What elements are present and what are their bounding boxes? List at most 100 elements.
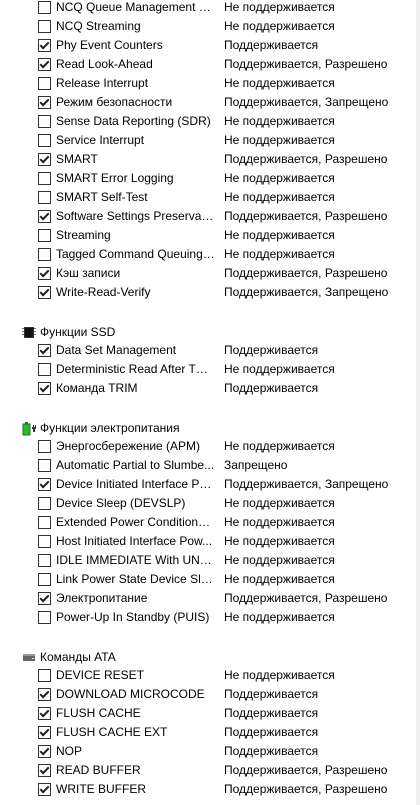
feature-row[interactable]: Service Interrupt Не поддерживается <box>0 131 420 150</box>
checkbox-checked[interactable] <box>38 592 51 605</box>
checkbox-checked[interactable] <box>38 153 51 166</box>
feature-row[interactable]: FLUSH CACHE EXT Поддерживается <box>0 723 420 742</box>
feature-status: Не поддерживается <box>224 515 335 529</box>
checkbox-checked[interactable] <box>38 478 51 491</box>
feature-row[interactable]: Software Settings Preservati... Поддержив… <box>0 207 420 226</box>
feature-status: Поддерживается <box>224 744 319 758</box>
feature-status: Поддерживается, Разрешено <box>224 152 388 166</box>
checkbox-unchecked[interactable] <box>38 497 51 510</box>
feature-row[interactable]: SMART Error Logging Не поддерживается <box>0 169 420 188</box>
feature-row[interactable]: Sense Data Reporting (SDR) Не поддерживае… <box>0 112 420 131</box>
feature-status: Не поддерживается <box>224 439 335 453</box>
feature-row[interactable]: FLUSH CACHE Поддерживается <box>0 704 420 723</box>
checkbox-unchecked[interactable] <box>38 248 51 261</box>
checkbox-unchecked[interactable] <box>38 554 51 567</box>
feature-row[interactable]: Device Initiated Interface Po... Поддержи… <box>0 475 420 494</box>
checkbox-checked[interactable] <box>38 382 51 395</box>
feature-row[interactable]: Streaming Не поддерживается <box>0 226 420 245</box>
checkbox-checked[interactable] <box>38 688 51 701</box>
checkbox-checked[interactable] <box>38 267 51 280</box>
checkbox-checked[interactable] <box>38 286 51 299</box>
battery-plug-icon <box>22 422 36 436</box>
checkbox-unchecked[interactable] <box>38 363 51 376</box>
feature-status: Поддерживается, Разрешено <box>224 591 388 605</box>
checkbox-unchecked[interactable] <box>38 20 51 33</box>
feature-row[interactable]: Automatic Partial to Slumbe... Запрещено <box>0 456 420 475</box>
section-title: Команды ATA <box>40 650 116 664</box>
feature-row[interactable]: Режим безопасности Поддерживается, Запрещ… <box>0 93 420 112</box>
feature-status: Не поддерживается <box>224 19 335 33</box>
feature-name: Service Interrupt <box>56 133 145 147</box>
feature-row[interactable]: Host Initiated Interface Pow... Не поддер… <box>0 532 420 551</box>
checkbox-unchecked[interactable] <box>38 573 51 586</box>
checkbox-unchecked[interactable] <box>38 516 51 529</box>
feature-row[interactable]: Extended Power Conditions ... Не поддержи… <box>0 513 420 532</box>
feature-name: Software Settings Preservati... <box>56 209 216 223</box>
feature-row[interactable]: NCQ Queue Management C... Не поддерживает… <box>0 0 420 17</box>
feature-status: Поддерживается, Разрешено <box>224 57 388 71</box>
feature-row[interactable]: Release Interrupt Не поддерживается <box>0 74 420 93</box>
feature-name: Power-Up In Standby (PUIS) <box>56 610 210 624</box>
checkbox-unchecked[interactable] <box>38 459 51 472</box>
feature-status: Не поддерживается <box>224 228 335 242</box>
feature-status: Запрещено <box>224 458 288 472</box>
feature-row[interactable]: Read Look-Ahead Поддерживается, Разрешено <box>0 55 420 74</box>
feature-row[interactable]: Кэш записи Поддерживается, Разрешено <box>0 264 420 283</box>
feature-row[interactable]: DEVICE RESET Не поддерживается <box>0 666 420 685</box>
checkbox-checked[interactable] <box>38 783 51 796</box>
feature-row[interactable]: NCQ Streaming Не поддерживается <box>0 17 420 36</box>
checkbox-checked[interactable] <box>38 344 51 357</box>
feature-row[interactable]: Электропитание Поддерживается, Разрешено <box>0 589 420 608</box>
checkbox-unchecked[interactable] <box>38 1 51 14</box>
feature-row[interactable]: Write-Read-Verify Поддерживается, Запреще… <box>0 283 420 302</box>
checkbox-unchecked[interactable] <box>38 611 51 624</box>
checkbox-unchecked[interactable] <box>38 115 51 128</box>
feature-name: DOWNLOAD MICROCODE <box>56 687 205 701</box>
feature-status: Не поддерживается <box>224 133 335 147</box>
checkbox-unchecked[interactable] <box>38 134 51 147</box>
feature-row[interactable]: Deterministic Read After TRIM Не поддержи… <box>0 360 420 379</box>
feature-row[interactable]: DOWNLOAD MICROCODE Поддерживается <box>0 685 420 704</box>
feature-row[interactable]: NOP Поддерживается <box>0 742 420 761</box>
feature-name: Data Set Management <box>56 343 177 357</box>
feature-row[interactable]: Power-Up In Standby (PUIS) Не поддерживае… <box>0 608 420 627</box>
feature-row[interactable]: Device Sleep (DEVSLP) Не поддерживается <box>0 494 420 513</box>
feature-status: Поддерживается, Запрещено <box>224 285 389 299</box>
feature-status: Не поддерживается <box>224 534 335 548</box>
feature-name: SMART <box>56 152 98 166</box>
checkbox-checked[interactable] <box>38 726 51 739</box>
checkbox-unchecked[interactable] <box>38 191 51 204</box>
checkbox-checked[interactable] <box>38 210 51 223</box>
feature-row[interactable]: READ BUFFER Поддерживается, Разрешено <box>0 761 420 780</box>
checkbox-unchecked[interactable] <box>38 77 51 90</box>
checkbox-unchecked[interactable] <box>38 172 51 185</box>
feature-status: Не поддерживается <box>224 114 335 128</box>
checkbox-unchecked[interactable] <box>38 229 51 242</box>
feature-status: Поддерживается <box>224 381 319 395</box>
feature-row[interactable]: Phy Event Counters Поддерживается <box>0 36 420 55</box>
checkbox-checked[interactable] <box>38 764 51 777</box>
checkbox-checked[interactable] <box>38 707 51 720</box>
feature-row[interactable]: Link Power State Device Sleep Не поддержи… <box>0 570 420 589</box>
feature-name: Release Interrupt <box>56 76 149 90</box>
checkbox-checked[interactable] <box>38 58 51 71</box>
feature-name: Tagged Command Queuing ... <box>56 247 216 261</box>
checkbox-unchecked[interactable] <box>38 669 51 682</box>
section-header: Функции SSD <box>0 323 420 342</box>
checkbox-checked[interactable] <box>38 96 51 109</box>
scrollbar[interactable] <box>416 0 420 805</box>
feature-row[interactable]: WRITE BUFFER Поддерживается, Разрешено <box>0 780 420 799</box>
feature-row[interactable]: Tagged Command Queuing ... Не поддерживае… <box>0 245 420 264</box>
checkbox-checked[interactable] <box>38 39 51 52</box>
feature-row[interactable]: Энергосбережение (APM) Не поддерживается <box>0 437 420 456</box>
checkbox-unchecked[interactable] <box>38 535 51 548</box>
feature-name: Энергосбережение (APM) <box>56 439 201 453</box>
feature-name: Phy Event Counters <box>56 38 163 52</box>
feature-row[interactable]: SMART Поддерживается, Разрешено <box>0 150 420 169</box>
checkbox-checked[interactable] <box>38 745 51 758</box>
feature-row[interactable]: Data Set Management Поддерживается <box>0 341 420 360</box>
feature-row[interactable]: SMART Self-Test Не поддерживается <box>0 188 420 207</box>
feature-row[interactable]: IDLE IMMEDIATE With UNLO... Не поддержива… <box>0 551 420 570</box>
checkbox-unchecked[interactable] <box>38 440 51 453</box>
feature-row[interactable]: Команда TRIM Поддерживается <box>0 379 420 398</box>
